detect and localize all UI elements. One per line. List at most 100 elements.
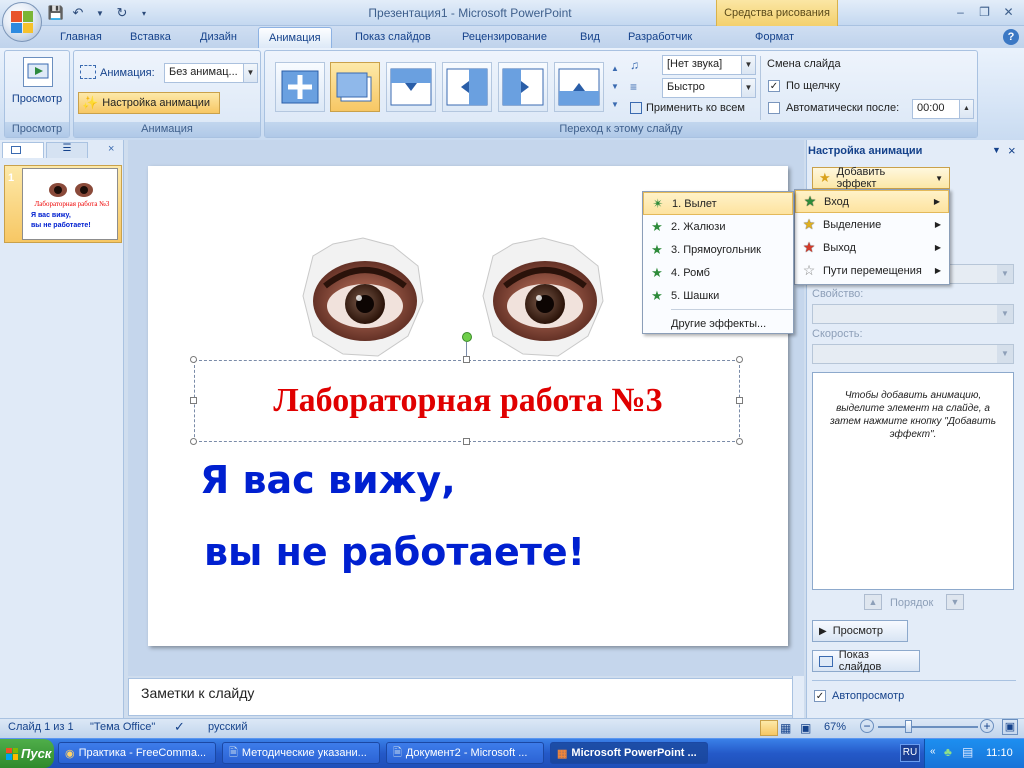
start-button[interactable]: Пуск bbox=[0, 739, 54, 768]
slideshow-view-icon[interactable]: ▣ bbox=[800, 721, 811, 735]
entrance-item-box[interactable]: ★ 3. Прямоугольник bbox=[643, 238, 793, 261]
auto-after-checkbox[interactable] bbox=[768, 102, 780, 114]
slide-title: Лабораторная работа №3 bbox=[273, 382, 663, 419]
rotate-handle[interactable] bbox=[462, 332, 472, 342]
transition-push-up[interactable] bbox=[554, 62, 604, 112]
resize-handle-w[interactable] bbox=[190, 397, 197, 404]
zoom-level[interactable]: 67% bbox=[824, 721, 846, 733]
close-button[interactable]: ✕ bbox=[996, 3, 1021, 21]
minimize-button[interactable]: – bbox=[948, 3, 973, 21]
tab-insert[interactable]: Вставка bbox=[120, 27, 181, 48]
transition-push-right[interactable] bbox=[498, 62, 548, 112]
save-icon[interactable]: 💾 bbox=[48, 5, 64, 21]
spellcheck-icon[interactable]: ✓ bbox=[174, 719, 185, 735]
taskbar-item-powerpoint[interactable]: ▦ Microsoft PowerPoint ... bbox=[550, 742, 708, 764]
menu-item-exit[interactable]: ★ Выход ▶ bbox=[795, 236, 949, 259]
tab-animation[interactable]: Анимация bbox=[258, 27, 332, 48]
menu-item-motion-paths[interactable]: ☆ Пути перемещения ▶ bbox=[795, 259, 949, 282]
play-button[interactable]: ▶ Просмотр bbox=[812, 620, 908, 642]
notes-scrollbar[interactable] bbox=[792, 676, 804, 718]
normal-view-icon[interactable] bbox=[760, 720, 778, 736]
tab-developer[interactable]: Разработчик bbox=[618, 27, 702, 48]
transition-cover-down[interactable] bbox=[386, 62, 436, 112]
resize-handle-ne[interactable] bbox=[736, 356, 743, 363]
preview-button[interactable]: Просмотр bbox=[7, 93, 67, 105]
sound-icon: ♫ bbox=[630, 58, 639, 72]
custom-animation-button[interactable]: ✨ Настройка анимации bbox=[78, 92, 220, 114]
tab-slides[interactable] bbox=[2, 142, 44, 158]
speed-select[interactable]: Быстро ▼ bbox=[662, 78, 756, 98]
tab-home[interactable]: Главная bbox=[50, 27, 112, 48]
resize-handle-se[interactable] bbox=[736, 438, 743, 445]
animation-list[interactable]: Чтобы добавить анимацию, выделите элемен… bbox=[812, 372, 1014, 590]
tab-design[interactable]: Дизайн bbox=[190, 27, 247, 48]
close-pane-icon[interactable]: × bbox=[108, 143, 114, 155]
transition-gallery-scroll[interactable]: ▲ ▼ ▼ bbox=[608, 60, 622, 114]
customize-qat-icon[interactable]: ▾ bbox=[136, 5, 152, 21]
taskbar-item-word-guide[interactable]: 🗎 Методические указани... bbox=[222, 742, 380, 764]
animation-select[interactable]: Без анимац... ▼ bbox=[164, 63, 258, 83]
network-icon[interactable]: ▤ bbox=[962, 745, 973, 759]
entrance-item-blinds[interactable]: ★ 2. Жалюзи bbox=[643, 215, 793, 238]
menu-item-entrance[interactable]: ★ Вход ▶ bbox=[795, 190, 949, 213]
undo-icon[interactable]: ↶ bbox=[70, 5, 86, 21]
office-button[interactable] bbox=[2, 2, 42, 42]
tray-app-icon[interactable]: ♣ bbox=[944, 745, 952, 759]
resize-handle-nw[interactable] bbox=[190, 356, 197, 363]
property-select[interactable]: ▼ bbox=[812, 304, 1014, 324]
add-effect-button[interactable]: ★ Добавить эффект ▼ bbox=[812, 166, 950, 190]
entrance-item-fly-in[interactable]: ✴ 1. Вылет bbox=[643, 192, 793, 215]
auto-after-option[interactable]: Автоматически после: bbox=[768, 102, 899, 114]
slideshow-button[interactable]: Показ слайдов bbox=[812, 649, 920, 673]
entrance-item-diamond[interactable]: ★ 4. Ромб bbox=[643, 261, 793, 284]
menu-item-emphasis[interactable]: ★ Выделение ▶ bbox=[795, 213, 949, 236]
restore-button[interactable]: ❐ bbox=[972, 3, 997, 21]
status-language[interactable]: русский bbox=[208, 721, 247, 733]
language-indicator[interactable]: RU bbox=[900, 744, 920, 762]
resize-handle-sw[interactable] bbox=[190, 438, 197, 445]
help-icon[interactable]: ? bbox=[1003, 29, 1019, 45]
tab-review[interactable]: Рецензирование bbox=[452, 27, 557, 48]
entrance-item-more[interactable]: Другие эффекты... bbox=[643, 312, 793, 335]
apply-all-button[interactable]: Применить ко всем bbox=[630, 102, 745, 114]
autopreview-option[interactable]: ✓ Автопросмотр bbox=[814, 690, 904, 702]
auto-time-input[interactable]: 00:00 ▲ bbox=[912, 99, 974, 119]
tab-slideshow[interactable]: Показ слайдов bbox=[345, 27, 441, 48]
move-down-icon[interactable]: ▼ bbox=[946, 594, 964, 610]
sorter-view-icon[interactable]: ▦ bbox=[780, 721, 791, 735]
redo-icon[interactable]: ↻ bbox=[114, 5, 130, 21]
window-title: Презентация1 - Microsoft PowerPoint bbox=[368, 6, 572, 20]
zoom-out-icon[interactable]: − bbox=[860, 719, 874, 733]
zoom-slider-thumb[interactable] bbox=[905, 720, 912, 733]
slide-thumbnail[interactable]: Лабораторная работа №3 Я вас вижу, вы не… bbox=[22, 168, 118, 240]
move-up-icon[interactable]: ▲ bbox=[864, 594, 882, 610]
transition-fade[interactable] bbox=[330, 62, 380, 112]
on-click-checkbox[interactable]: ✓ bbox=[768, 80, 780, 92]
transition-none[interactable] bbox=[275, 62, 325, 112]
entrance-item-checkerboard[interactable]: ★ 5. Шашки bbox=[643, 284, 793, 307]
resize-handle-s[interactable] bbox=[463, 438, 470, 445]
box-icon: ★ bbox=[651, 241, 663, 257]
tab-outline[interactable]: ☰ bbox=[46, 142, 88, 158]
autopreview-checkbox[interactable]: ✓ bbox=[814, 690, 826, 702]
fit-window-icon[interactable]: ▣ bbox=[1002, 719, 1018, 735]
status-slide: Слайд 1 из 1 bbox=[8, 721, 74, 733]
transition-push-left[interactable] bbox=[442, 62, 492, 112]
zoom-in-icon[interactable]: + bbox=[980, 719, 994, 733]
notes-pane[interactable]: Заметки к слайду bbox=[128, 678, 793, 716]
sound-select[interactable]: [Нет звука] ▼ bbox=[662, 55, 756, 75]
taskbar-item-word-doc2[interactable]: 🗎 Документ2 - Microsoft ... bbox=[386, 742, 544, 764]
taskbar-item-freecommander[interactable]: ◉ Практика - FreeComma... bbox=[58, 742, 216, 764]
tab-view[interactable]: Вид bbox=[570, 27, 610, 48]
pane-close-icon[interactable]: × bbox=[1008, 143, 1016, 158]
preview-icon[interactable] bbox=[23, 57, 53, 87]
on-click-option[interactable]: ✓ По щелчку bbox=[768, 80, 840, 92]
word-doc-icon: 🗎 bbox=[393, 746, 402, 759]
resize-handle-n[interactable] bbox=[463, 356, 470, 363]
speed-select-pane[interactable]: ▼ bbox=[812, 344, 1014, 364]
tab-format[interactable]: Формат bbox=[745, 27, 804, 48]
zoom-slider-track[interactable] bbox=[878, 726, 978, 728]
dropdown-icon[interactable]: ▼ bbox=[92, 5, 108, 21]
pane-options-icon[interactable]: ▼ bbox=[992, 145, 1001, 155]
tray-expand-icon[interactable]: « bbox=[930, 746, 936, 757]
